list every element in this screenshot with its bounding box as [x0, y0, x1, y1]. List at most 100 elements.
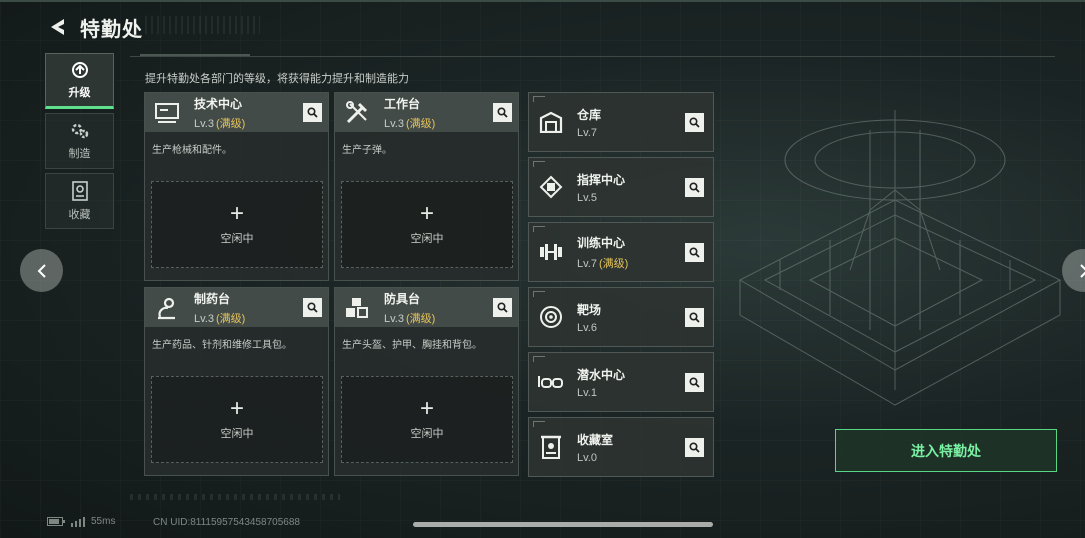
- microscope-icon: [150, 291, 184, 325]
- department-card-pharmacy[interactable]: 制药台 Lv.3 (满级) 生产药品、针剂和维修工具包。 + 空闲中: [144, 287, 329, 476]
- collection-icon: [71, 180, 88, 201]
- production-slot[interactable]: + 空闲中: [341, 376, 513, 463]
- facility-name: 靶场: [577, 302, 602, 317]
- production-slot[interactable]: + 空闲中: [341, 181, 513, 268]
- maxed-badge: (满级): [405, 312, 436, 325]
- inspect-button[interactable]: [493, 103, 512, 122]
- inspect-button[interactable]: [493, 298, 512, 317]
- nav-item-collection[interactable]: 收藏: [45, 173, 114, 229]
- nav-label: 升级: [68, 86, 91, 99]
- production-slot[interactable]: + 空闲中: [151, 376, 323, 463]
- facility-level: Lv.6: [577, 322, 601, 334]
- level-value: Lv.3: [384, 117, 404, 130]
- card-level: Lv.3 (满级): [384, 115, 435, 131]
- level-value: Lv.6: [577, 321, 597, 334]
- facility-name: 仓库: [577, 107, 602, 122]
- card-name: 工作台: [384, 96, 421, 111]
- card-description: 生产枪械和配件。: [152, 145, 232, 156]
- production-slot[interactable]: + 空闲中: [151, 181, 323, 268]
- corner-decoration: [533, 226, 545, 232]
- search-icon: [689, 247, 700, 258]
- facility-shooting-range[interactable]: 靶场 Lv.6: [528, 287, 714, 347]
- inspect-button[interactable]: [685, 373, 704, 392]
- level-value: Lv.3: [194, 312, 214, 325]
- inspect-button[interactable]: [303, 298, 322, 317]
- facility-level: Lv.0: [577, 452, 613, 464]
- level-value: Lv.7: [577, 126, 597, 139]
- search-icon: [689, 377, 700, 388]
- facility-command-center[interactable]: 指挥中心 Lv.5: [528, 157, 714, 217]
- gears-icon: [71, 123, 88, 138]
- maxed-badge: (满级): [215, 117, 246, 130]
- inspect-button[interactable]: [685, 178, 704, 197]
- header: 特勤处: [46, 14, 143, 41]
- inspect-button[interactable]: [685, 308, 704, 327]
- facility-level: Lv.7: [577, 127, 601, 139]
- card-name: 防具台: [384, 291, 421, 306]
- card-header: 制药台 Lv.3 (满级): [145, 288, 328, 327]
- warehouse-icon: [536, 107, 566, 137]
- nav-item-craft[interactable]: 制造: [45, 113, 114, 169]
- inspect-button[interactable]: [303, 103, 322, 122]
- previous-page-button[interactable]: [20, 249, 63, 292]
- department-card-tech-center[interactable]: 技术中心 Lv.3 (满级) 生产枪械和配件。 + 空闲中: [144, 92, 329, 281]
- bottom-decoration: [130, 494, 340, 500]
- card-header: 技术中心 Lv.3 (满级): [145, 93, 328, 132]
- maxed-badge: (满级): [215, 312, 246, 325]
- back-arrow-icon: [51, 19, 64, 35]
- facility-warehouse[interactable]: 仓库 Lv.7: [528, 92, 714, 152]
- divider-line: [130, 56, 1055, 57]
- department-card-workbench[interactable]: 工作台 Lv.3 (满级) 生产子弹。 + 空闲中: [334, 92, 519, 281]
- goggles-icon: [536, 367, 566, 397]
- level-value: Lv.0: [577, 451, 597, 464]
- inspect-button[interactable]: [685, 438, 704, 457]
- vault-icon: [536, 432, 566, 462]
- slot-status: 空闲中: [410, 428, 444, 440]
- card-level: Lv.3 (满级): [384, 310, 435, 326]
- card-level: Lv.3 (满级): [194, 115, 245, 131]
- card-header: 工作台 Lv.3 (满级): [335, 93, 518, 132]
- facility-level: Lv.1: [577, 387, 625, 399]
- facility-name: 潜水中心: [577, 367, 626, 382]
- search-icon: [689, 442, 700, 453]
- card-description: 生产子弹。: [342, 145, 392, 156]
- section-description: 提升特勤处各部门的等级，将获得能力提升和制造能力: [145, 73, 409, 85]
- maxed-badge: (满级): [598, 257, 629, 270]
- home-indicator[interactable]: [413, 522, 713, 527]
- target-icon: [536, 302, 566, 332]
- chevron-left-icon: [37, 263, 46, 278]
- card-description: 生产药品、针剂和维修工具包。: [152, 340, 292, 351]
- plus-icon: +: [229, 200, 244, 227]
- level-value: Lv.3: [384, 312, 404, 325]
- back-button[interactable]: [46, 16, 68, 38]
- slot-status: 空闲中: [220, 233, 254, 245]
- plus-icon: +: [419, 200, 434, 227]
- inspect-button[interactable]: [685, 243, 704, 262]
- level-value: Lv.7: [577, 257, 597, 270]
- slot-status: 空闲中: [220, 428, 254, 440]
- battery-icon: [47, 517, 65, 526]
- header-decoration: [145, 16, 260, 34]
- inspect-button[interactable]: [685, 113, 704, 132]
- search-icon: [689, 182, 700, 193]
- search-icon: [497, 302, 508, 313]
- card-description: 生产头盔、护甲、胸挂和背包。: [342, 340, 482, 351]
- facility-diving-center[interactable]: 潜水中心 Lv.1: [528, 352, 714, 412]
- department-card-armor-bench[interactable]: 防具台 Lv.3 (满级) 生产头盔、护甲、胸挂和背包。 + 空闲中: [334, 287, 519, 476]
- facility-training-center[interactable]: 训练中心 Lv.7 (满级): [528, 222, 714, 282]
- nav-item-upgrade[interactable]: 升级: [45, 53, 114, 109]
- armor-icon: [340, 291, 374, 325]
- level-value: Lv.5: [577, 191, 597, 204]
- corner-decoration: [533, 161, 545, 167]
- side-navigation: 升级 制造 收藏: [45, 53, 114, 233]
- facility-level: Lv.5: [577, 192, 625, 204]
- level-value: Lv.3: [194, 117, 214, 130]
- facility-collection-room[interactable]: 收藏室 Lv.0: [528, 417, 714, 477]
- computer-icon: [150, 96, 184, 130]
- corner-decoration: [533, 96, 545, 102]
- enter-special-ops-button[interactable]: 进入特勤处: [835, 429, 1057, 472]
- chevron-right-icon: [1079, 263, 1085, 278]
- base-wireframe-illustration: [738, 110, 1062, 406]
- corner-decoration: [533, 421, 545, 427]
- status-bar: 55ms: [47, 516, 115, 527]
